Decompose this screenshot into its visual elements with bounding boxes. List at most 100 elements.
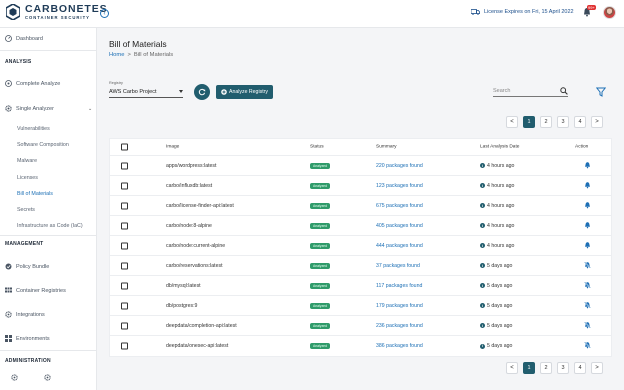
page-3-button[interactable]: 3 (557, 116, 569, 128)
row-checkbox[interactable] (121, 202, 128, 209)
summary-link[interactable]: 405 packages found (376, 223, 423, 229)
bell-off-icon[interactable] (584, 301, 591, 308)
image-name[interactable]: deepdata/completion-api:latest (166, 323, 237, 329)
chevron-down-icon[interactable]: ⌄ (88, 106, 92, 112)
image-name[interactable]: carbo/license-finder-api:latest (166, 203, 234, 209)
row-checkbox[interactable] (121, 322, 128, 329)
settings-icon[interactable] (44, 374, 51, 381)
image-name[interactable]: carbo/reservations:latest (166, 263, 223, 269)
next-page-button[interactable]: > (591, 116, 603, 128)
sidebar-subitem-iac[interactable]: Infrastructure as Code (IaC) (17, 223, 83, 229)
table-row: carbo/node:current-alpine Analyzed 444 pac… (110, 236, 611, 256)
image-name[interactable]: apps/wordpress:latest (166, 163, 216, 169)
notification-toggle[interactable] (584, 201, 591, 210)
user-avatar[interactable] (603, 6, 616, 19)
bell-icon[interactable] (584, 181, 591, 188)
previous-page-button[interactable]: < (506, 116, 518, 128)
status-badge: Analyzed (310, 202, 330, 209)
logo[interactable]: CARBONETES CONTAINER SECURITY (6, 4, 108, 20)
notification-toggle[interactable] (584, 261, 591, 270)
row-checkbox[interactable] (121, 222, 128, 229)
image-name[interactable]: db/postgres:9 (166, 303, 197, 309)
truck-icon (471, 9, 480, 15)
notification-toggle[interactable] (584, 221, 591, 230)
page-1-button[interactable]: 1 (523, 116, 535, 128)
sidebar-subitem-malware[interactable]: Malware (17, 158, 37, 164)
row-checkbox[interactable] (121, 342, 128, 350)
notification-toggle[interactable] (584, 281, 591, 290)
filter-icon[interactable] (596, 87, 606, 97)
sidebar-item-environments[interactable]: Environments (5, 335, 50, 342)
row-checkbox[interactable] (121, 282, 128, 289)
column-header-status[interactable]: Status (310, 145, 324, 150)
row-checkbox[interactable] (121, 162, 128, 169)
column-header-summary[interactable]: Summary (376, 145, 397, 150)
sidebar-item-single-analyzer[interactable]: Single Analyzer (5, 105, 54, 112)
next-page-button[interactable]: > (591, 362, 603, 374)
notification-toggle[interactable] (584, 161, 591, 170)
registry-select[interactable]: AWS Carbo Project (109, 86, 183, 98)
summary-link[interactable]: 675 packages found (376, 203, 423, 209)
page-3-button[interactable]: 3 (557, 362, 569, 374)
status-badge: Analyzed (310, 222, 330, 229)
page-2-button[interactable]: 2 (540, 362, 552, 374)
notification-toggle[interactable] (584, 321, 591, 330)
bell-off-icon[interactable] (584, 341, 591, 349)
collapse-sidebar-button[interactable]: ‹ (100, 9, 109, 18)
table-row: apps/wordpress:latest Analyzed 220 package… (110, 156, 611, 176)
breadcrumb-separator: > (127, 52, 131, 58)
summary-link[interactable]: 220 packages found (376, 163, 423, 169)
image-name[interactable]: db/mysql:latest (166, 283, 201, 289)
bell-icon[interactable] (584, 241, 591, 248)
column-header-image[interactable]: Image (166, 145, 179, 150)
previous-page-button[interactable]: < (506, 362, 518, 374)
image-name[interactable]: carbo/node:current-alpine (166, 243, 225, 249)
sidebar-subitem-secrets[interactable]: Secrets (17, 207, 35, 213)
breadcrumb-home-link[interactable]: Home (109, 52, 124, 58)
bell-off-icon[interactable] (584, 261, 591, 268)
summary-link[interactable]: 444 packages found (376, 243, 423, 249)
sidebar-subitem-bill-of-materials[interactable]: Bill of Materials (17, 191, 53, 197)
sidebar-subitem-software-composition[interactable]: Software Composition (17, 142, 69, 148)
notification-toggle[interactable] (584, 301, 591, 310)
row-checkbox[interactable] (121, 262, 128, 269)
image-name[interactable]: carbo/influxdb:latest (166, 183, 212, 189)
bell-off-icon[interactable] (584, 281, 591, 288)
sidebar-subitem-vulnerabilities[interactable]: Vulnerabilities (17, 126, 50, 132)
gear-icon (5, 105, 12, 112)
row-checkbox[interactable] (121, 302, 128, 309)
image-name[interactable]: carbo/node:8-alpine (166, 223, 212, 229)
bell-icon[interactable] (584, 161, 591, 168)
notification-toggle[interactable] (584, 241, 591, 250)
bell-icon[interactable] (584, 221, 591, 228)
bell-icon[interactable] (584, 201, 591, 208)
page-4-button[interactable]: 4 (574, 116, 586, 128)
bell-off-icon[interactable] (584, 321, 591, 328)
page-1-button[interactable]: 1 (523, 362, 535, 374)
gear-icon[interactable] (11, 374, 18, 381)
page-4-button[interactable]: 4 (574, 362, 586, 374)
summary-link[interactable]: 179 packages found (376, 303, 423, 309)
summary-link[interactable]: 123 packages found (376, 183, 423, 189)
page-2-button[interactable]: 2 (540, 116, 552, 128)
summary-link[interactable]: 386 packages found (376, 343, 423, 349)
sidebar-item-complete-analyze[interactable]: Complete Analyze (5, 80, 60, 87)
sidebar-item-dashboard[interactable]: Dashboard (5, 35, 43, 42)
image-name[interactable]: deepdata/onesec-api:latest (166, 343, 228, 349)
notification-toggle[interactable] (584, 341, 591, 351)
summary-link[interactable]: 117 packages found (376, 283, 422, 289)
sidebar-item-integrations[interactable]: Integrations (5, 311, 45, 318)
summary-link[interactable]: 236 packages found (376, 323, 423, 329)
search-input[interactable]: Search (493, 85, 568, 97)
sidebar-item-container-registries[interactable]: Container Registries (5, 287, 66, 294)
column-header-last-analysis-date[interactable]: Last Analysis Date (480, 145, 519, 150)
row-checkbox[interactable] (121, 242, 128, 249)
sidebar-subitem-licenses[interactable]: Licenses (17, 175, 38, 181)
refresh-button[interactable] (194, 84, 210, 100)
notification-toggle[interactable] (584, 181, 591, 190)
summary-link[interactable]: 37 packages found (376, 263, 420, 269)
select-all-checkbox[interactable] (121, 143, 128, 151)
analyze-registry-button[interactable]: Analyze Registry (216, 85, 273, 99)
row-checkbox[interactable] (121, 182, 128, 189)
sidebar-item-policy-bundle[interactable]: Policy Bundle (5, 263, 49, 270)
